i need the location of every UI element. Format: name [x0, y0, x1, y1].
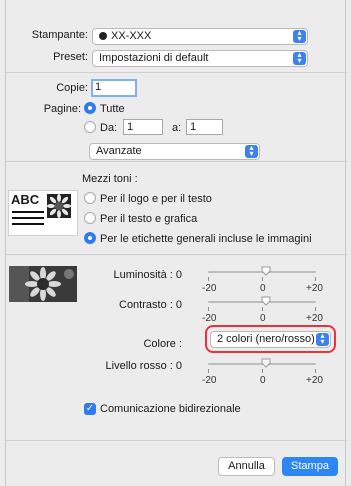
halftone-option-radio[interactable]: [84, 192, 96, 204]
contrast-scale-min: -20: [202, 313, 217, 324]
printer-value: XX-XXX: [111, 30, 152, 42]
copies-label: Copie:: [56, 82, 88, 94]
brightness-scale-min: -20: [202, 283, 217, 294]
halftone-option-radio[interactable]: [84, 212, 96, 224]
copies-field[interactable]: 1: [91, 79, 137, 97]
red-level-scale-max: +20: [306, 375, 323, 386]
color-popup[interactable]: 2 colori (nero/rosso) ▴ ▾: [210, 331, 331, 348]
section-popup[interactable]: Avanzate ▴ ▾: [89, 143, 260, 160]
halftone-option-label: Per il logo e per il testo: [100, 193, 212, 205]
bidirectional-checkbox[interactable]: ✓: [84, 403, 96, 415]
brightness-label: Luminosità : 0: [113, 269, 183, 281]
separator: [6, 161, 347, 162]
color-popup-value: 2 colori (nero/rosso): [217, 333, 315, 345]
brightness-scale-mid: 0: [260, 283, 266, 294]
print-dialog: Stampante: XX-XXX ▴ ▾ Preset: Impostazion…: [5, 0, 347, 486]
printer-status-icon: [99, 32, 107, 40]
brightness-scale-max: +20: [306, 283, 323, 294]
halftone-preview: ABC: [8, 190, 78, 236]
section-popup-value: Avanzate: [96, 145, 142, 157]
brightness-slider-thumb[interactable]: [261, 266, 271, 276]
updown-chevron-icon: ▴ ▾: [316, 332, 329, 346]
red-level-slider-thumb[interactable]: [261, 358, 271, 368]
halftone-option-label: Per le etichette generali incluse le imm…: [100, 233, 312, 245]
printer-label: Stampante:: [31, 29, 88, 41]
pages-label: Pagine:: [43, 103, 81, 115]
text-lines: [12, 211, 44, 225]
halftone-option-radio[interactable]: [84, 232, 96, 244]
brightness-ticks: [208, 277, 316, 281]
bidirectional-label: Comunicazione bidirezionale: [100, 403, 241, 415]
contrast-ticks: [208, 307, 316, 311]
pages-all-label: Tutte: [100, 103, 125, 115]
separator: [6, 254, 347, 255]
halftone-option-label: Per il testo e grafica: [100, 213, 198, 225]
updown-chevron-icon: ▴ ▾: [293, 51, 306, 65]
preset-popup[interactable]: Impostazioni di default ▴ ▾: [92, 50, 308, 67]
red-level-ticks: [208, 369, 316, 373]
pages-from-field[interactable]: 1: [123, 119, 163, 135]
separator: [6, 440, 347, 441]
pages-to-field[interactable]: 1: [186, 119, 223, 135]
separator: [6, 72, 347, 73]
halftone-preview-text: ABC: [11, 192, 40, 207]
cancel-button[interactable]: Annulla: [218, 457, 275, 476]
color-label: Colore :: [143, 338, 182, 350]
preset-label: Preset:: [53, 51, 88, 63]
sunflower-photo-icon: [9, 266, 77, 302]
pages-range-radio[interactable]: [84, 121, 96, 133]
red-level-scale-min: -20: [202, 375, 217, 386]
pages-from-label: Da:: [100, 122, 118, 134]
contrast-scale-max: +20: [306, 313, 323, 324]
contrast-scale-mid: 0: [260, 313, 266, 324]
preset-value: Impostazioni di default: [99, 52, 209, 64]
red-level-scale-mid: 0: [260, 375, 266, 386]
contrast-slider-thumb[interactable]: [261, 296, 271, 306]
pages-to-label: a:: [172, 122, 182, 134]
printer-popup[interactable]: XX-XXX ▴ ▾: [92, 28, 308, 45]
updown-chevron-icon: ▴ ▾: [245, 144, 258, 158]
adjust-preview: [9, 266, 77, 302]
halftone-label: Mezzi toni :: [82, 173, 138, 185]
updown-chevron-icon: ▴ ▾: [293, 29, 306, 43]
red-level-label: Livello rosso : 0: [105, 360, 182, 372]
pages-all-radio[interactable]: [84, 102, 96, 114]
contrast-label: Contrasto : 0: [119, 299, 182, 311]
print-button[interactable]: Stampa: [282, 457, 338, 476]
sunflower-icon: [47, 194, 71, 218]
